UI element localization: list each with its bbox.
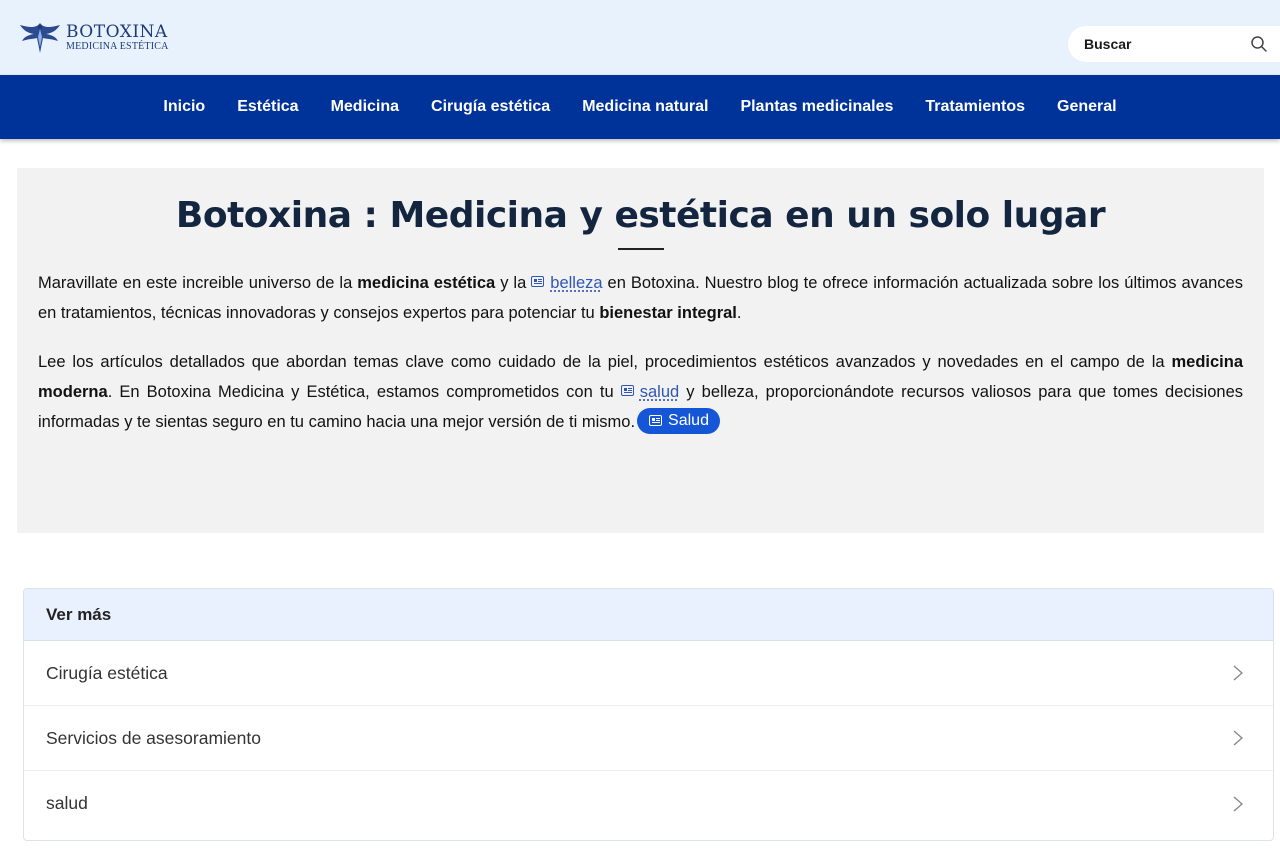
list-item-salud[interactable]: salud xyxy=(24,771,1273,836)
chevron-right-icon xyxy=(1233,665,1243,681)
list-item-cirugia-estetica[interactable]: Cirugía estética xyxy=(24,641,1273,706)
link-belleza[interactable]: belleza xyxy=(550,274,602,292)
list-item-label: salud xyxy=(46,793,88,813)
p1-bold-1: medicina estética xyxy=(357,274,496,292)
see-more-header: Ver más xyxy=(24,589,1273,641)
intro-paragraph-1: Maravillate en este increible universo d… xyxy=(38,268,1243,328)
page-title: Botoxina : Medicina y estética en un sol… xyxy=(175,195,1106,236)
nav-list: Inicio Estética Medicina Cirugía estétic… xyxy=(0,75,1280,139)
nav-item-medicina-natural[interactable]: Medicina natural xyxy=(566,98,724,116)
nav-item-inicio[interactable]: Inicio xyxy=(147,98,221,116)
p1-bold-2: bienestar integral xyxy=(599,304,737,322)
p1-text-1: Maravillate en este increible universo d… xyxy=(38,274,358,292)
logo-title: BOTOXINA xyxy=(66,22,168,42)
list-item-servicios-asesoramiento[interactable]: Servicios de asesoramiento xyxy=(24,706,1273,771)
salud-tag-button[interactable]: Salud xyxy=(637,407,720,434)
list-item-label: Cirugía estética xyxy=(46,662,168,683)
see-more-panel: Ver más Cirugía estética Servicios de as… xyxy=(23,588,1274,841)
nav-item-medicina[interactable]: Medicina xyxy=(315,98,415,116)
nav-item-cirugia-estetica[interactable]: Cirugía estética xyxy=(415,98,566,116)
nav-item-general[interactable]: General xyxy=(1041,98,1133,116)
main-nav: Inicio Estética Medicina Cirugía estétic… xyxy=(0,75,1280,139)
list-item-label: Servicios de asesoramiento xyxy=(46,727,261,748)
p2-text-2: . En Botoxina Medicina y Estética, estam… xyxy=(107,383,621,401)
article-icon xyxy=(649,415,663,426)
title-divider xyxy=(617,248,664,250)
intro-paragraph-2: Lee los artículos detallados que abordan… xyxy=(38,347,1243,437)
nav-item-tratamientos[interactable]: Tratamientos xyxy=(909,98,1041,116)
logo-text: BOTOXINA MEDICINA ESTÉTICA xyxy=(66,24,169,52)
hero-section: Botoxina : Medicina y estética en un sol… xyxy=(17,168,1264,533)
article-icon xyxy=(620,385,634,396)
nav-item-estetica[interactable]: Estética xyxy=(221,98,314,116)
article-icon xyxy=(531,276,545,287)
chevron-right-icon xyxy=(1233,795,1243,812)
salud-tag-label: Salud xyxy=(668,411,709,429)
chevron-right-icon xyxy=(1233,730,1243,746)
p2-text-1: Lee los artículos detallados que abordan… xyxy=(38,353,1172,371)
search-input[interactable] xyxy=(1084,36,1234,52)
nav-item-plantas-medicinales[interactable]: Plantas medicinales xyxy=(724,98,909,116)
winged-logo-icon xyxy=(20,23,60,53)
logo-subtitle: MEDICINA ESTÉTICA xyxy=(66,41,169,52)
search-icon[interactable] xyxy=(1250,35,1268,53)
top-header: BOTOXINA MEDICINA ESTÉTICA xyxy=(0,0,1280,75)
p1-text-4: . xyxy=(736,304,742,322)
link-salud[interactable]: salud xyxy=(640,383,679,401)
p1-text-2: y la xyxy=(495,274,532,292)
search-box xyxy=(1068,26,1280,62)
site-logo[interactable]: BOTOXINA MEDICINA ESTÉTICA xyxy=(18,18,169,58)
